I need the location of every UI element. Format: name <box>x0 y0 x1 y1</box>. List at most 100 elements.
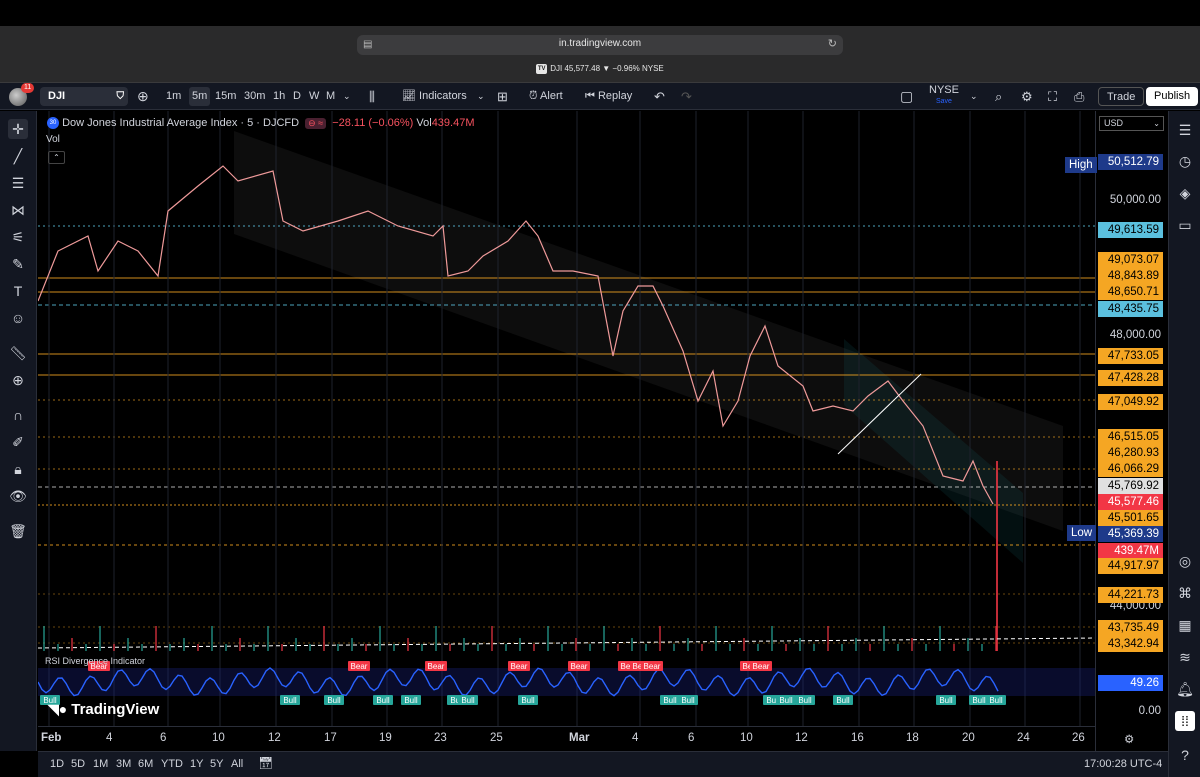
volume-bar <box>631 638 633 651</box>
crosshair-icon[interactable]: ✛ <box>8 119 28 139</box>
notifications-bell-icon[interactable]: 🔔︎ <box>1175 679 1195 699</box>
eye-icon[interactable]: 👁︎ <box>8 486 28 506</box>
settings-gear-icon[interactable]: ⚙ <box>1021 87 1033 106</box>
bull-tag-text: Bull <box>779 696 793 705</box>
price-tick: 48,000.00 <box>1109 329 1161 341</box>
stay-in-drawing-icon[interactable]: ✐ <box>8 432 28 452</box>
trend-line-icon[interactable]: ╱ <box>8 146 28 166</box>
price-scale[interactable]: USD ⌄ 50,000.00 48,000.00 44,000.00 0.00… <box>1095 111 1168 753</box>
interval-30m[interactable]: 30m <box>244 87 265 106</box>
tradingview-logo[interactable]: ◥● TradingView <box>48 701 159 718</box>
trade-button[interactable]: Trade <box>1098 87 1145 106</box>
price-label: 49,613.59 <box>1098 222 1163 238</box>
interval-dropdown-icon[interactable]: ⌄ <box>343 87 351 106</box>
ideas-icon[interactable]: ⌘ <box>1175 583 1195 603</box>
candles-icon[interactable]: ⫼ <box>369 87 375 106</box>
vol-legend-value: 439.47M <box>431 117 475 129</box>
patterns-icon[interactable]: ⋈ <box>8 200 28 220</box>
goto-date-icon[interactable]: 📅︎ <box>258 756 273 770</box>
interval-w[interactable]: W <box>309 87 319 106</box>
series-change: −28.11 (−0.06%) <box>332 117 414 129</box>
range-6m[interactable]: 6M <box>138 758 153 770</box>
forecast-icon[interactable]: ⚟ <box>8 227 28 247</box>
help-icon[interactable]: ? <box>1175 745 1195 765</box>
chart-pane[interactable]: BearBearBearBearBearBearBearBearBearBear… <box>38 111 1095 753</box>
templates-icon[interactable]: ⊞ <box>497 87 508 106</box>
trash-icon[interactable]: 🗑︎ <box>8 521 28 541</box>
bear-tag-text: Bear <box>428 662 445 671</box>
indicators-dropdown-icon[interactable]: ⌄ <box>477 87 485 106</box>
layout-icon[interactable]: ▢ <box>900 87 913 106</box>
axis-settings-icon[interactable]: ⚙ <box>1124 732 1134 746</box>
volume-bar <box>757 644 759 651</box>
interval-m[interactable]: M <box>326 87 335 106</box>
fib-retracement-icon[interactable]: ☰ <box>8 173 28 193</box>
range-5y[interactable]: 5Y <box>210 758 223 770</box>
interval-15m[interactable]: 15m <box>215 87 236 106</box>
layers-icon[interactable]: ◈ <box>1175 183 1195 203</box>
quick-search-icon[interactable]: ⌕ <box>995 87 1002 106</box>
volume-bar <box>547 626 549 651</box>
calendar-icon[interactable]: ▦ <box>1175 615 1195 635</box>
volume-bar <box>323 626 325 651</box>
alert-button[interactable]: ⏰︎ Alert <box>529 87 563 106</box>
volume-bar <box>99 626 101 651</box>
layout-dropdown-icon[interactable]: ⌄ <box>970 87 978 106</box>
price-label: 43,342.94 <box>1098 636 1163 652</box>
interval-d[interactable]: D <box>293 87 301 106</box>
range-1m[interactable]: 1M <box>93 758 108 770</box>
compare-add-icon[interactable]: ⊕ <box>137 87 149 106</box>
tab-title: DJI 45,577.48 ▼ −0.96% NYSE <box>550 64 664 74</box>
emoji-icon[interactable]: ☺ <box>8 308 28 328</box>
text-tool-icon[interactable]: T <box>8 281 28 301</box>
volume-bar <box>533 644 535 651</box>
range-1d[interactable]: 1D <box>50 758 64 770</box>
bull-tag-text: Bull <box>376 696 390 705</box>
browser-tab[interactable]: TV DJI 45,577.48 ▼ −0.96% NYSE <box>0 64 1200 74</box>
right-sidebar: ☰ ◷ ◈ ▭ ◎ ⌘ ▦ ≋ 🔔︎ ⁞⁞ ? <box>1168 111 1200 777</box>
replay-button[interactable]: ⏮ Replay <box>585 87 632 106</box>
os-menu-bar <box>0 0 1200 26</box>
streams-icon[interactable]: ≋ <box>1175 647 1195 667</box>
redo-icon[interactable]: ↷ <box>681 87 692 106</box>
symbol-search[interactable]: DJI ⛉ <box>40 87 128 106</box>
price-label: 49.26 <box>1098 675 1163 691</box>
magnet-icon[interactable]: ∩ <box>8 405 28 425</box>
target-icon[interactable]: ◎ <box>1175 551 1195 571</box>
range-ytd[interactable]: YTD <box>161 758 183 770</box>
currency-select[interactable]: USD ⌄ <box>1099 116 1164 131</box>
address-bar[interactable]: ▤ in.tradingview.com ↻ <box>357 35 843 55</box>
replay-label: Replay <box>597 90 633 102</box>
layout-save[interactable]: NYSE Save <box>929 85 959 106</box>
watchlist-icon[interactable]: ☰ <box>1175 120 1195 140</box>
volume-bar <box>281 644 283 651</box>
reload-icon[interactable]: ↻ <box>828 37 837 50</box>
volume-bar <box>491 626 493 651</box>
undo-icon[interactable]: ↶ <box>654 87 665 106</box>
visibility-toggle-icon[interactable]: ⊖ ≈ <box>305 118 327 129</box>
range-5d[interactable]: 5D <box>71 758 85 770</box>
lock-icon[interactable]: 🔒︎ <box>8 459 28 479</box>
price-chart-svg[interactable]: BearBearBearBearBearBearBearBearBearBear… <box>38 111 1095 726</box>
apps-grid-icon[interactable]: ⁞⁞ <box>1175 711 1195 731</box>
range-3m[interactable]: 3M <box>116 758 131 770</box>
interval-1m[interactable]: 1m <box>166 87 181 106</box>
fullscreen-icon[interactable]: ⛶ <box>1048 87 1057 106</box>
shield-icon: ⛉ <box>116 91 125 102</box>
rsi-band <box>38 668 1095 696</box>
alerts-clock-icon[interactable]: ◷ <box>1175 151 1195 171</box>
range-all[interactable]: All <box>231 758 243 770</box>
bottom-toolbar: 1D 5D 1M 3M 6M YTD 1Y 5Y All 📅︎ 17:00:28… <box>38 751 1168 777</box>
ruler-icon[interactable]: 📏︎ <box>8 343 28 363</box>
interval-1h[interactable]: 1h <box>273 87 285 106</box>
indicators-button[interactable]: 📈︎ Indicators <box>402 87 467 106</box>
chat-icon[interactable]: ▭ <box>1175 215 1195 235</box>
zoom-in-icon[interactable]: ⊕ <box>8 370 28 390</box>
time-axis[interactable]: Feb 4 6 10 12 17 19 23 25 Mar 4 6 10 12 16 18 20 24 26 ⚙ <box>38 726 1134 751</box>
range-1y[interactable]: 1Y <box>190 758 203 770</box>
brush-icon[interactable]: ✎ <box>8 254 28 274</box>
publish-button[interactable]: Publish <box>1146 87 1199 106</box>
camera-icon[interactable]: ⎙ <box>1074 87 1084 106</box>
interval-5m[interactable]: 5m <box>189 87 211 106</box>
collapse-legend-icon[interactable]: ⌃ <box>48 151 65 164</box>
